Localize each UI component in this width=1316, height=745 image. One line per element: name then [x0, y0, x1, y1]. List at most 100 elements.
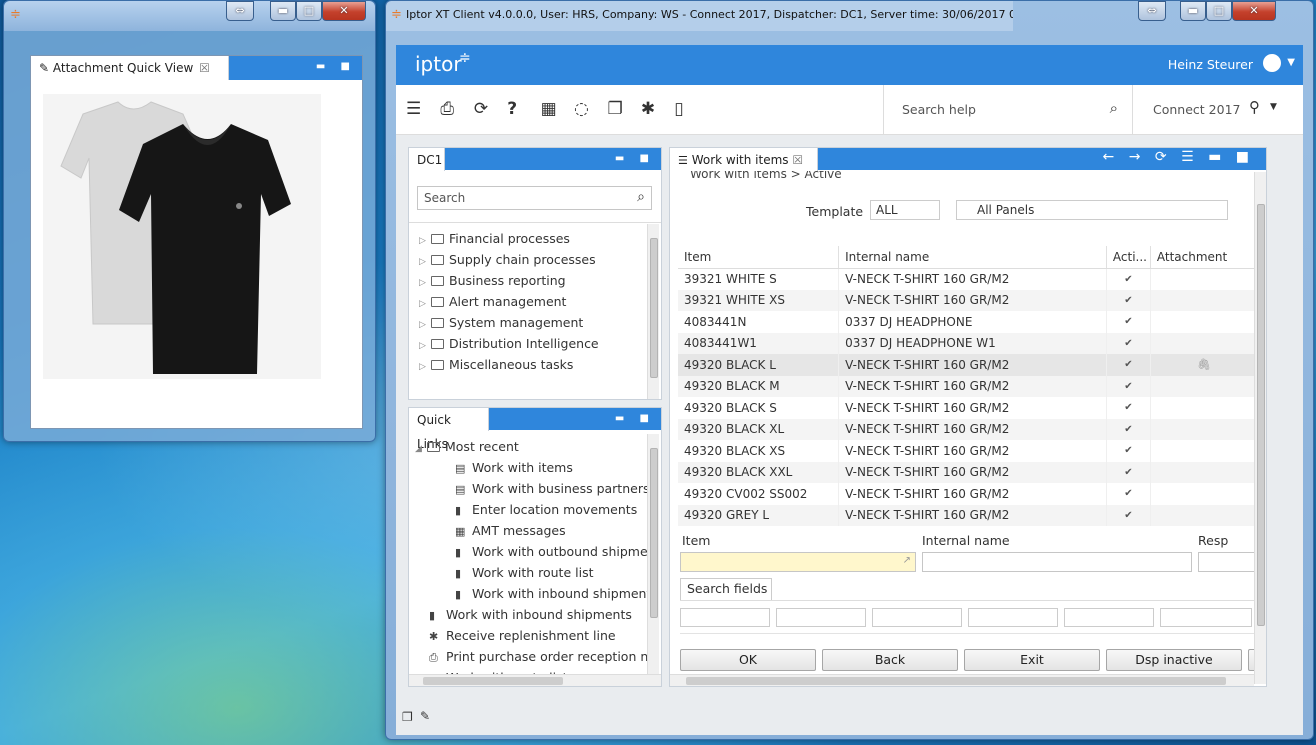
attachment-cell[interactable]: 🖇 [1150, 354, 1254, 376]
window-icon[interactable]: ❐ [402, 710, 413, 724]
minimize-button[interactable]: ▬ [1180, 1, 1206, 21]
table-row[interactable]: 49320 BLACK L V-NECK T-SHIRT 160 GR/M2 ✔ 🖇 [678, 354, 1254, 376]
search-field-1[interactable] [680, 608, 770, 627]
table-row[interactable]: 39321 WHITE XS V-NECK T-SHIRT 160 GR/M2 ✔ [678, 289, 1254, 311]
user-name[interactable]: Heinz Steurer [1168, 57, 1253, 72]
quickview-tab[interactable]: ✎ Attachment Quick View ☒ [31, 56, 229, 80]
tree-item[interactable]: ▷ System management [419, 312, 639, 333]
attachment-cell[interactable] [1150, 397, 1254, 419]
table-row[interactable]: 49320 BLACK S V-NECK T-SHIRT 160 GR/M2 ✔ [678, 397, 1254, 419]
search-help-box[interactable]: Search help ⌕ [883, 85, 1133, 135]
close-button[interactable]: ✕ [1232, 1, 1276, 21]
dsp-inactive-button[interactable]: Dsp inactive [1106, 649, 1242, 671]
maximize-button[interactable]: □ [1206, 1, 1232, 21]
items-scrollbar[interactable] [1254, 172, 1266, 684]
quicklinks-hscrollbar[interactable] [409, 674, 661, 686]
quicklink-item[interactable]: ▮ Work with inbound shipment [415, 583, 647, 604]
quicklink-item[interactable]: ▤ Work with business partners [415, 478, 647, 499]
dc1-tab[interactable]: DC1 [409, 148, 445, 171]
column-header[interactable]: Attachment [1150, 246, 1254, 269]
tree-item[interactable]: ▷ Financial processes [419, 228, 639, 249]
menu-icon[interactable]: ☰ [406, 99, 430, 119]
attachment-cell[interactable] [1150, 504, 1254, 526]
maximize-button[interactable]: □ [296, 1, 322, 21]
filter-resp-input[interactable] [1198, 552, 1254, 572]
table-row[interactable]: 49320 BLACK M V-NECK T-SHIRT 160 GR/M2 ✔ [678, 375, 1254, 397]
chat-icon[interactable]: ◌ [574, 99, 602, 119]
attachment-cell[interactable] [1150, 332, 1254, 354]
panel-minmax-icon[interactable]: ▬ ■ [615, 153, 655, 164]
tree-item[interactable]: ▷ Alert management [419, 291, 639, 312]
environment-chevron-icon[interactable]: ▼ [1270, 102, 1277, 112]
attachment-cell[interactable] [1150, 375, 1254, 397]
search-icon[interactable]: ⌕ [637, 189, 645, 205]
help-icon[interactable]: ? [507, 99, 535, 119]
search-field-6[interactable] [1160, 608, 1252, 627]
pdf-icon[interactable]: ▯ [674, 99, 702, 119]
exit-button[interactable]: Exit [964, 649, 1100, 671]
items-tab[interactable]: ☰ Work with items ☒ [670, 148, 818, 171]
table-row[interactable]: 49320 CV002 SS002 V-NECK T-SHIRT 160 GR/M… [678, 483, 1254, 505]
quicklink-item[interactable]: ✱ Receive replenishment line [415, 625, 647, 646]
table-row[interactable]: 49320 BLACK XL V-NECK T-SHIRT 160 GR/M2 ✔ [678, 418, 1254, 440]
tab-close-icon[interactable]: ☒ [199, 61, 210, 75]
search-field-5[interactable] [1064, 608, 1154, 627]
column-header[interactable]: Acti... [1106, 246, 1151, 269]
restore-button[interactable]: ⇔ [1138, 1, 1166, 21]
settings-icon[interactable]: ✱ [641, 99, 669, 119]
expanded-icon[interactable]: ◢ [415, 439, 427, 460]
attachment-cell[interactable] [1150, 418, 1254, 440]
search-field-3[interactable] [872, 608, 962, 627]
quicklink-item[interactable]: ▮ Work with inbound shipments [415, 604, 647, 625]
column-header[interactable]: Item [678, 246, 840, 269]
scroll-thumb[interactable] [1257, 204, 1265, 626]
minimize-button[interactable]: ▬ [270, 1, 296, 21]
restore-button[interactable]: ⇔ [226, 1, 254, 21]
attachment-cell[interactable] [1150, 461, 1254, 483]
collapsed-icon[interactable]: ▷ [419, 357, 431, 378]
table-row[interactable]: 49320 BLACK XS V-NECK T-SHIRT 160 GR/M2 ✔ [678, 440, 1254, 462]
quicklink-item[interactable]: ▦ AMT messages [415, 520, 647, 541]
attachment-icon[interactable]: ✎ [420, 709, 430, 723]
close-button[interactable]: ✕ [322, 1, 366, 21]
table-row[interactable]: 49320 GREY L V-NECK T-SHIRT 160 GR/M2 ✔ [678, 504, 1254, 526]
scroll-thumb[interactable] [650, 238, 658, 378]
dc1-scrollbar[interactable] [647, 224, 659, 399]
table-row[interactable]: 39321 WHITE S V-NECK T-SHIRT 160 GR/M2 ✔ [678, 268, 1254, 290]
scroll-thumb[interactable] [650, 448, 658, 618]
tree-item[interactable]: ▷ Miscellaneous tasks [419, 354, 639, 375]
back-button[interactable]: Back [822, 649, 958, 671]
tree-group-most-recent[interactable]: ◢ Most recent [415, 436, 647, 457]
print-icon[interactable]: ⎙ [440, 99, 468, 119]
search-icon[interactable]: ⌕ [1110, 99, 1118, 117]
panel-minmax-icon[interactable]: ▬ ■ [615, 413, 655, 424]
main-titlebar[interactable]: ≑ Iptor XT Client v4.0.0.0, User: HRS, C… [386, 1, 1013, 31]
items-nav-icons[interactable]: ← → ⟳ ☰ ▬ ■ [1103, 149, 1254, 165]
dc1-search-input[interactable]: Search [424, 191, 465, 205]
dc1-search-box[interactable]: Search ⌕ [417, 186, 652, 210]
table-row[interactable]: 4083441W1 0337 DJ HEADPHONE W1 ✔ [678, 332, 1254, 354]
template-field[interactable]: ALL [870, 200, 940, 220]
panels-field[interactable]: All Panels [956, 200, 1228, 220]
items-hscrollbar[interactable] [670, 674, 1254, 686]
user-menu-chevron-icon[interactable]: ▼ [1287, 57, 1295, 68]
location-pin-icon[interactable]: ⚲ [1249, 98, 1260, 116]
tree-item[interactable]: ▷ Business reporting [419, 270, 639, 291]
tree-item[interactable]: ▷ Distribution Intelligence [419, 333, 639, 354]
panel-minmax-icon[interactable]: ▬ ■ [316, 61, 356, 72]
more-button[interactable] [1248, 649, 1254, 671]
table-row[interactable]: 49320 BLACK XXL V-NECK T-SHIRT 160 GR/M2 ✔ [678, 461, 1254, 483]
search-field-2[interactable] [776, 608, 866, 627]
attachment-cell[interactable] [1150, 440, 1254, 462]
quicklinks-tab[interactable]: Quick Links [409, 408, 489, 451]
table-row[interactable]: 4083441N 0337 DJ HEADPHONE ✔ [678, 311, 1254, 333]
copy-icon[interactable]: ❐ [607, 99, 635, 119]
quicklink-item[interactable]: ▮ Work with route list [415, 562, 647, 583]
filter-name-input[interactable] [922, 552, 1192, 572]
search-fields-tab[interactable]: Search fields [680, 578, 772, 600]
ok-button[interactable]: OK [680, 649, 816, 671]
table-icon[interactable]: ▦ [541, 99, 569, 119]
tree-item[interactable]: ▷ Supply chain processes [419, 249, 639, 270]
attachment-cell[interactable] [1150, 268, 1254, 290]
environment-label[interactable]: Connect 2017 [1153, 102, 1240, 117]
